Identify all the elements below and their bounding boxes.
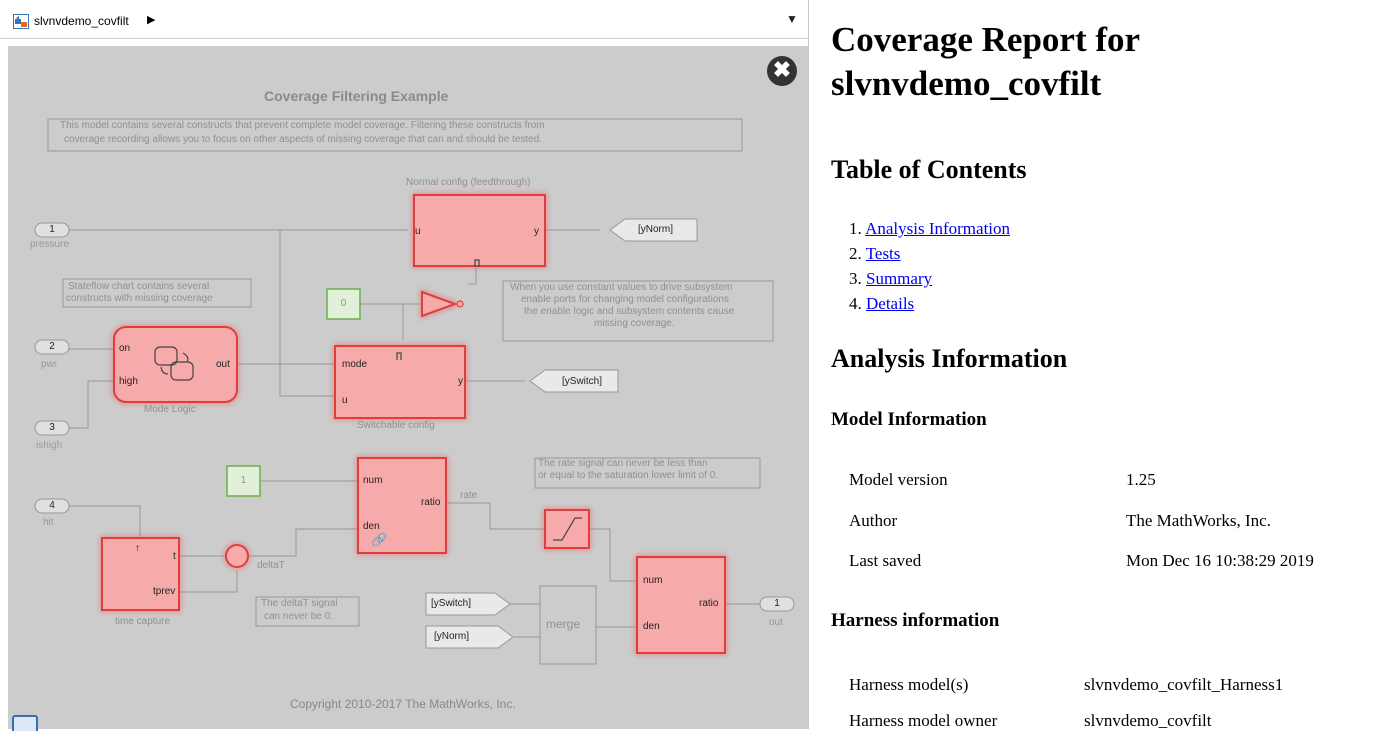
toc-item: 4. Details: [849, 294, 915, 313]
mode-logic-port-high: high: [119, 376, 138, 387]
toc-link-details[interactable]: Details: [866, 294, 914, 313]
inport1-name: pressure: [30, 239, 69, 250]
ratio1-port-num: num: [363, 475, 383, 486]
normal-port-u: u: [415, 226, 421, 237]
toc-heading: Table of Contents: [831, 155, 1027, 184]
model-version-value: 1.25: [1126, 470, 1156, 489]
copyright-text: Copyright 2010-2017 The MathWorks, Inc.: [290, 697, 516, 711]
enable-note-line3: the enable logic and subsystem contents …: [524, 306, 735, 317]
harness-model-key: Harness model(s): [849, 675, 969, 694]
switchable-port-mode: mode: [342, 359, 368, 370]
normal-config-block: [413, 194, 546, 267]
inport4-number: 4: [49, 500, 55, 511]
deltat-signal-label: deltaT: [257, 560, 285, 571]
trigger-icon: ↑: [135, 543, 140, 554]
author-key: Author: [849, 511, 898, 530]
normal-port-y: y: [534, 226, 539, 237]
mode-logic-label: Mode Logic: [144, 404, 196, 415]
coverage-report: Coverage Report for slvnvdemo_covfilt Ta…: [809, 0, 1378, 729]
sum-block: [225, 544, 249, 568]
model-editor: slvnvdemo_covfilt ▶ ▼ Coverage Filtering…: [0, 0, 809, 731]
time-capture-port-tprev: tprev: [153, 586, 176, 597]
switchable-port-y: y: [458, 376, 463, 387]
inport1-number: 1: [49, 224, 55, 235]
normal-config-label: Normal config (feedthrough): [406, 177, 531, 188]
last-saved-value: Mon Dec 16 10:38:29 2019: [1126, 551, 1314, 570]
saturation-block: [544, 509, 590, 549]
author-value: The MathWorks, Inc.: [1126, 511, 1271, 530]
from-ynorm: [yNorm]: [434, 631, 469, 642]
rate-signal-label: rate: [460, 490, 478, 501]
from-yswitch: [ySwitch]: [431, 598, 472, 609]
outport-name: out: [769, 617, 783, 628]
deltat-note-line1: The deltaT signal: [261, 598, 338, 609]
enable-note-line4: missing coverage.: [594, 318, 675, 329]
ratio2-port-ratio: ratio: [699, 598, 719, 609]
outport-number: 1: [774, 598, 780, 609]
report-title: Coverage Report for slvnvdemo_covfilt: [831, 20, 1140, 103]
goto-ynorm: [yNorm]: [638, 224, 673, 235]
time-capture-port-t: t: [173, 551, 176, 562]
stateflow-note-line2: constructs with missing coverage: [66, 293, 213, 304]
constant-1: 1: [240, 475, 247, 486]
mode-logic-port-out: out: [216, 359, 230, 370]
harness-model-value: slvnvdemo_covfilt_Harness1: [1084, 675, 1284, 694]
close-icon[interactable]: ✖: [767, 56, 797, 86]
table-of-contents: 1. Analysis Information 2. Tests 3. Summ…: [849, 216, 1010, 316]
inport2-number: 2: [49, 341, 55, 352]
time-capture-label: time capture: [115, 616, 171, 627]
merge-label: merge: [546, 617, 581, 631]
toc-link-analysis-information[interactable]: Analysis Information: [865, 219, 1010, 238]
ratio2-port-num: num: [643, 575, 663, 586]
ratio1-port-ratio: ratio: [421, 497, 441, 508]
breadcrumb-bar: slvnvdemo_covfilt ▶ ▼: [0, 0, 808, 39]
diagram-title: Coverage Filtering Example: [264, 88, 449, 104]
model-version-key: Model version: [849, 470, 948, 489]
analysis-heading: Analysis Information: [831, 344, 1068, 373]
enable-note-line1: When you use constant values to drive su…: [510, 282, 733, 293]
goto-yswitch: [ySwitch]: [562, 376, 603, 387]
inport3-number: 3: [49, 422, 55, 433]
stateflow-note-line1: Stateflow chart contains several: [68, 281, 210, 292]
inport4-name: hit: [43, 517, 54, 528]
link-icon: 🔗: [371, 532, 388, 547]
toc-item: 1. Analysis Information: [849, 219, 1011, 238]
harness-owner-key: Harness model owner: [849, 711, 998, 729]
inport3-name: ishigh: [36, 440, 63, 451]
diagram-canvas[interactable]: Coverage Filtering Example This model co…: [8, 46, 808, 729]
time-capture-block: [101, 537, 180, 611]
toc-item: 2. Tests: [849, 244, 901, 263]
switchable-port-u: u: [342, 395, 348, 406]
last-saved-key: Last saved: [849, 551, 922, 570]
breadcrumb-arrow-icon[interactable]: ▶: [147, 13, 155, 26]
enable-note-line2: enable ports for changing model configur…: [521, 294, 729, 305]
switchable-config-block: [334, 345, 466, 419]
breadcrumb-model[interactable]: slvnvdemo_covfilt: [34, 14, 129, 28]
harness-info-heading: Harness information: [831, 610, 1000, 631]
deltat-note-line2: can never be 0.: [264, 611, 333, 622]
inport2-name: pwr: [41, 359, 58, 370]
model-info-heading: Model Information: [831, 409, 987, 430]
chevron-down-icon[interactable]: ▼: [786, 12, 798, 26]
model-icon[interactable]: [13, 14, 29, 29]
switchable-config-label: Switchable config: [357, 420, 435, 431]
toc-link-tests[interactable]: Tests: [866, 244, 901, 263]
toc-link-summary[interactable]: Summary: [866, 269, 932, 288]
rate-note-line2: or equal to the saturation lower limit o…: [538, 470, 719, 481]
intro-note-line1: This model contains several constructs t…: [60, 120, 545, 131]
ratio2-port-den: den: [643, 621, 660, 632]
harness-owner-value: slvnvdemo_covfilt: [1084, 711, 1212, 729]
rate-note-line1: The rate signal can never be less than: [538, 458, 708, 469]
mode-logic-port-on: on: [119, 343, 131, 354]
toc-item: 3. Summary: [849, 269, 933, 288]
intro-note-line2: coverage recording allows you to focus o…: [64, 134, 543, 145]
not-gate: [421, 290, 458, 318]
constant-0: 0: [340, 298, 347, 309]
